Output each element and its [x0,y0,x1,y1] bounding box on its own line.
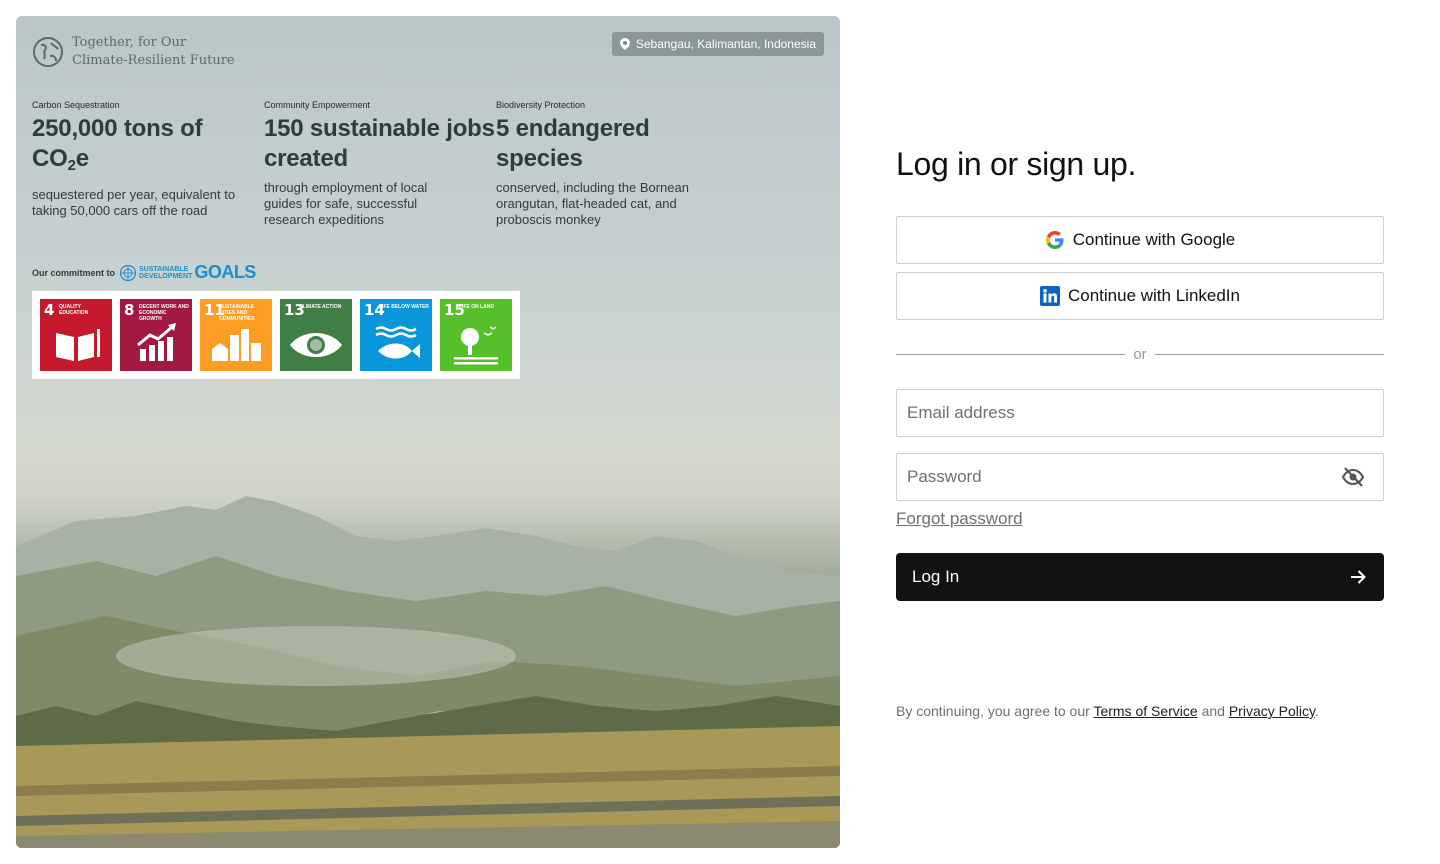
map-pin-icon [619,38,630,50]
goal-title: Life Below Water [379,304,429,310]
password-input[interactable] [907,467,1341,487]
sdg-line-2: DEVELOPMENT [139,272,193,280]
brand-line-2: Climate-Resilient Future [72,53,235,68]
location-text: Sebangau, Kalimantan, Indonesia [635,37,816,51]
sdg-goal-8: 8 Decent Work and Economic Growth [120,299,192,371]
terms-prefix: By continuing, you agree to our [896,703,1094,719]
goal-title: Climate Action [299,304,342,310]
brand-line-1: Together, for Our [72,35,187,50]
stat-label: Biodiversity Protection [496,100,586,110]
linkedin-button-label: Continue with LinkedIn [1067,286,1240,305]
brand-tagline: Together, for Our Climate-Resilient Futu… [72,34,235,70]
google-signin-button[interactable]: Continue with Google [896,216,1384,264]
goal-title: Sustainable Cities and Communities [219,304,255,322]
sdg-goal-11: 11 Sustainable Cities and Communities [200,299,272,371]
login-button[interactable]: Log In [896,553,1384,601]
stat-value-tail: e [75,145,89,172]
stat-value: 150 sustainable jobs created [264,115,495,172]
sdg-logo: SUSTAINABLE DEVELOPMENT GOALS [119,262,256,283]
eye-off-icon[interactable] [1341,465,1365,489]
commitment-label: Our commitment to [32,267,116,278]
hero-panel: Together, for Our Climate-Resilient Futu… [16,16,840,848]
goal-title: Quality Education [59,304,89,316]
password-field [896,453,1384,501]
sdg-goal-4: 4 Quality Education [40,299,112,371]
stat-community: Community Empowerment 150 sustainable jo… [264,100,496,228]
sdg-small-text: SUSTAINABLE DEVELOPMENT [139,266,192,280]
stat-description: conserved, including the Bornean orangut… [496,180,689,227]
sdg-commitment: Our commitment to SUSTAINABLE DEVELOPMEN… [32,262,256,283]
google-button-label: Continue with Google [1072,230,1236,249]
google-icon [1045,231,1064,249]
sdg-goals-word: GOALS [194,262,256,282]
stat-value: 5 endangered species [496,115,650,172]
linkedin-icon [1039,286,1060,306]
stat-value-main: 250,000 tons of CO [32,115,203,172]
divider-text: or [1133,346,1147,363]
sdg-goals-strip: 4 Quality Education 8 Decent Work and Ec… [32,291,520,379]
goal-number: 8 [124,301,135,319]
stat-description: through employment of local guides for s… [264,180,428,227]
sdg-goal-13: 13 Climate Action [280,299,352,371]
email-input[interactable] [907,403,1373,423]
goal-title: Life on Land [459,304,494,310]
stat-carbon: Carbon Sequestration 250,000 tons of CO2… [32,100,264,228]
linkedin-signin-button[interactable]: Continue with LinkedIn [896,272,1384,320]
or-divider: or [896,346,1384,363]
forgot-password-link[interactable]: Forgot password [896,509,1023,529]
goal-number: 4 [44,301,55,319]
stat-description: sequestered per year, equivalent to taki… [32,187,236,218]
globe-icon [33,37,63,67]
privacy-policy-link[interactable]: Privacy Policy [1229,703,1315,719]
impact-stats: Carbon Sequestration 250,000 tons of CO2… [32,100,728,228]
divider-line [896,354,1126,355]
arrow-right-icon [1351,570,1366,584]
sdg-line-1: SUSTAINABLE [139,265,189,273]
sdg-goal-14: 14 Life Below Water [360,299,432,371]
location-badge: Sebangau, Kalimantan, Indonesia [611,32,824,56]
stat-value-subscript: 2 [67,157,76,174]
divider-line [1154,354,1384,355]
goal-title: Decent Work and Economic Growth [139,304,189,322]
terms-and: and [1197,703,1229,719]
stat-label: Carbon Sequestration [32,100,120,110]
page-title: Log in or sign up. [896,146,1137,182]
stat-biodiversity: Biodiversity Protection 5 endangered spe… [496,100,728,228]
terms-suffix: . [1314,703,1319,719]
email-field [896,389,1384,437]
login-button-label: Log In [912,567,960,586]
brand: Together, for Our Climate-Resilient Futu… [32,34,235,70]
stat-label: Community Empowerment [264,100,371,110]
un-emblem-icon [119,264,137,281]
terms-of-service-link[interactable]: Terms of Service [1093,703,1197,719]
terms-notice: By continuing, you agree to our Terms of… [896,703,1319,719]
stat-value: 250,000 tons of CO2e [32,114,264,181]
sdg-goal-15: 15 Life on Land [440,299,512,371]
